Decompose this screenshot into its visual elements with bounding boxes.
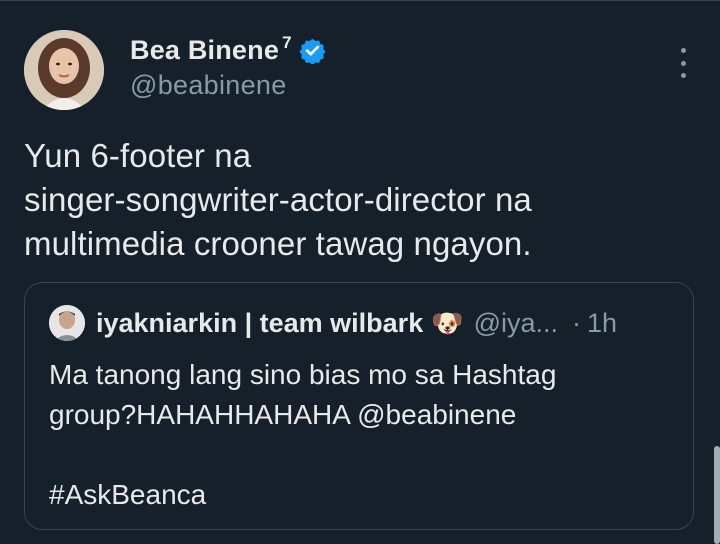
quoted-tweet[interactable]: iyakniarkin | team wilbark 🐶 @iya... · 1… — [24, 282, 694, 530]
quoted-tweet-header: iyakniarkin | team wilbark 🐶 @iya... · 1… — [49, 303, 679, 343]
quoted-text-line — [49, 435, 669, 475]
author-avatar[interactable] — [24, 30, 104, 110]
quoted-tweet-time[interactable]: 1h — [587, 308, 617, 339]
quoted-tweet-text: Ma tanong lang sino bias mo sa Hashtag g… — [49, 355, 669, 515]
tweet-author: Bea Binene 7 @beabinene — [130, 33, 326, 101]
quoted-author-avatar-image — [49, 305, 85, 341]
author-name-superscript: 7 — [282, 33, 292, 52]
more-dot — [680, 73, 686, 78]
author-avatar-image — [24, 30, 104, 110]
more-dot — [680, 48, 686, 53]
tweet-text-line: multimedia crooner tawag ngayon. — [24, 225, 532, 262]
quoted-text-line: group?HAHAHHAHAHA @beabinene — [49, 399, 517, 430]
quoted-author-avatar[interactable] — [49, 305, 85, 341]
quoted-author-handle[interactable]: @iya... — [474, 308, 558, 339]
tweet-text-line: singer-songwriter-actor-director na — [24, 181, 532, 218]
author-handle[interactable]: @beabinene — [130, 70, 326, 101]
more-dot — [680, 60, 686, 66]
verified-badge-icon — [298, 38, 326, 64]
author-name[interactable]: Bea Binene — [130, 35, 279, 66]
dog-face-icon: 🐶 — [431, 307, 464, 338]
quoted-text-line: #AskBeanca — [49, 479, 207, 510]
more-vertical-icon[interactable] — [678, 48, 688, 78]
quoted-author-name[interactable]: iyakniarkin | team wilbark — [96, 308, 423, 339]
tweet-text-line: Yun 6-footer na — [24, 137, 252, 174]
quoted-text-line: Ma tanong lang sino bias mo sa Hashtag — [49, 359, 557, 390]
tweet-text: Yun 6-footer na singer-songwriter-actor-… — [24, 134, 684, 266]
scrollbar[interactable] — [714, 446, 720, 544]
top-divider — [0, 0, 720, 1]
separator-dot: · — [572, 307, 582, 338]
author-name-row: Bea Binene 7 — [130, 33, 326, 66]
